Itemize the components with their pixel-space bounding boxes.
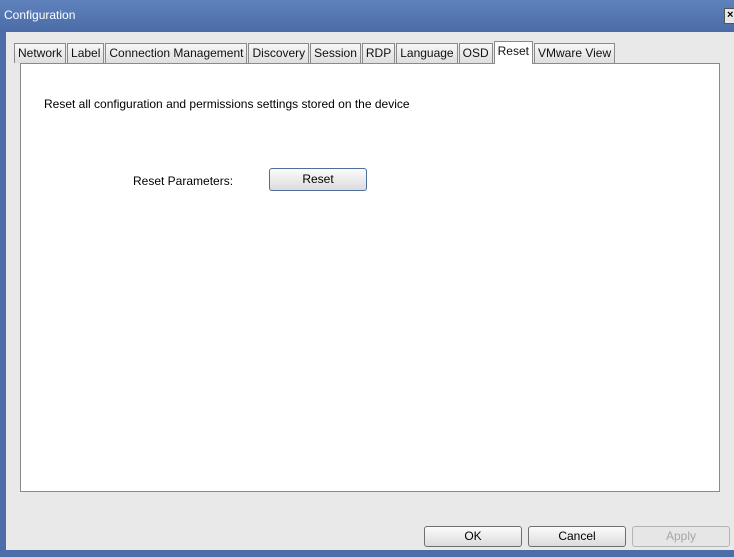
tab-bar: Network Label Connection Management Disc… [14, 41, 616, 64]
window-title: Configuration [4, 8, 76, 22]
tab-vmware-view[interactable]: VMware View [533, 43, 616, 63]
tab-network[interactable]: Network [14, 43, 67, 63]
tab-discovery[interactable]: Discovery [248, 43, 310, 63]
tab-label[interactable]: Label [67, 43, 105, 63]
tab-osd[interactable]: OSD [458, 43, 493, 63]
configuration-window: Configuration × Network Label Connection… [0, 0, 734, 557]
close-icon: × [727, 9, 734, 21]
reset-tab-panel [20, 63, 720, 492]
close-button[interactable]: × [724, 8, 734, 24]
tab-rdp[interactable]: RDP [361, 43, 396, 63]
reset-button[interactable]: Reset [269, 168, 367, 191]
window-bottom-border [6, 550, 734, 557]
ok-button[interactable]: OK [424, 526, 522, 547]
tab-session[interactable]: Session [310, 43, 361, 63]
reset-parameters-label: Reset Parameters: [133, 174, 234, 188]
tab-connection-management[interactable]: Connection Management [105, 43, 248, 63]
cancel-button[interactable]: Cancel [528, 526, 626, 547]
apply-button[interactable]: Apply [632, 526, 730, 547]
tab-reset[interactable]: Reset [493, 41, 533, 64]
title-bar[interactable]: Configuration × [0, 0, 734, 32]
tab-language[interactable]: Language [396, 43, 458, 63]
reset-description: Reset all configuration and permissions … [44, 97, 410, 111]
